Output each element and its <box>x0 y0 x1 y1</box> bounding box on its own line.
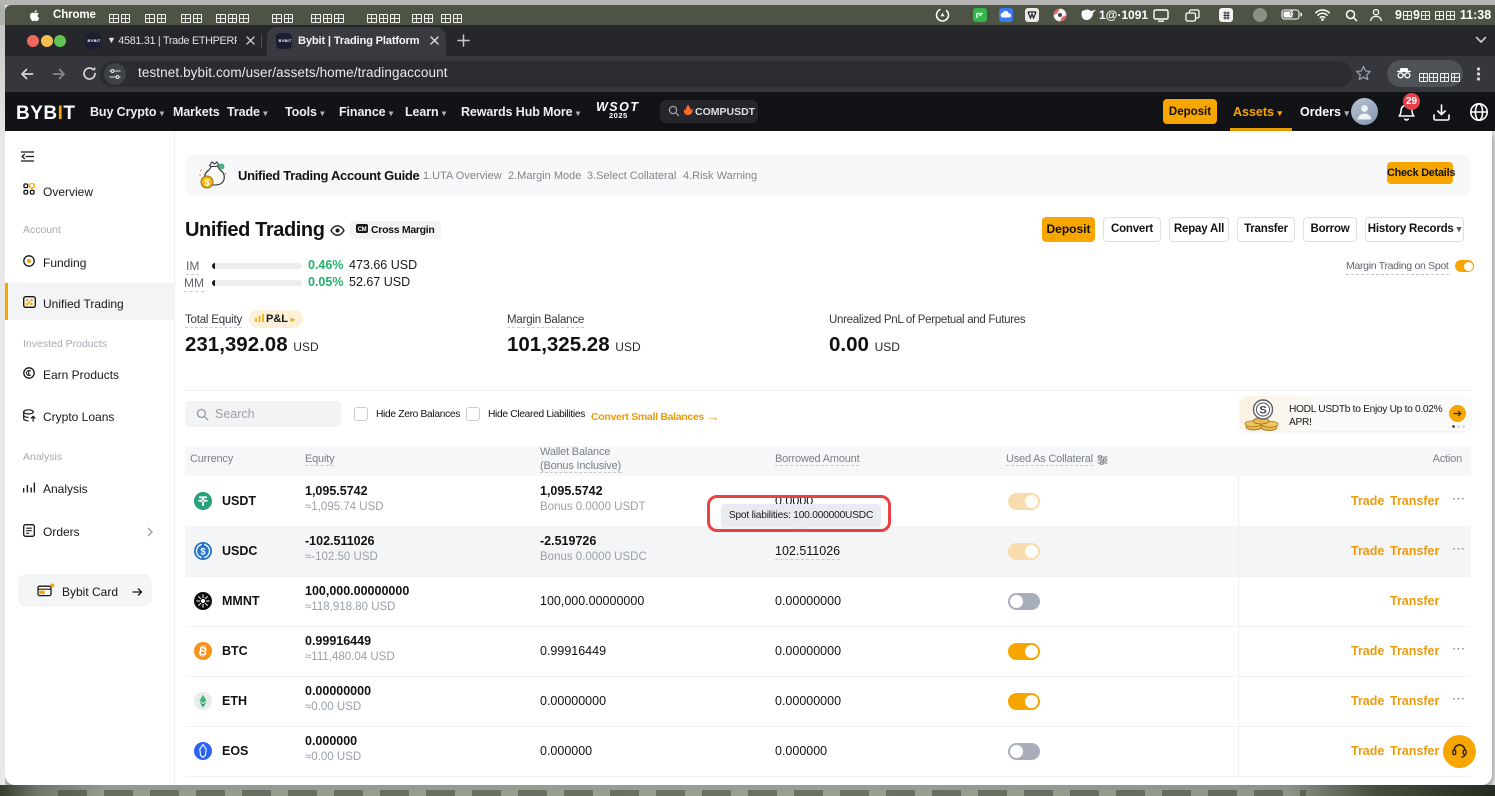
svg-text:CM: CM <box>358 227 367 233</box>
svg-text:$: $ <box>204 178 209 188</box>
svg-text:$: $ <box>200 546 206 557</box>
svg-text:S: S <box>1259 405 1266 417</box>
